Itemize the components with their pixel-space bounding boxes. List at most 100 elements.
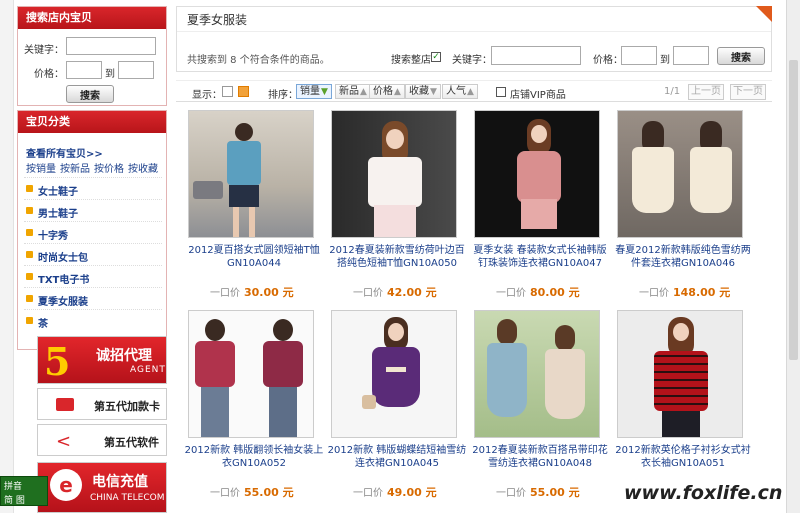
- sort-new-button[interactable]: 新品▲: [335, 84, 371, 99]
- product-image[interactable]: [188, 110, 314, 238]
- product-name[interactable]: 春夏2012新款韩版纯色雪纺两件套连衣裙GN10A046: [613, 244, 753, 270]
- product-image[interactable]: [617, 310, 743, 438]
- category-item[interactable]: 男士鞋子: [24, 199, 162, 221]
- category-item[interactable]: 女士鞋子: [24, 177, 162, 199]
- list-view-icon[interactable]: [222, 86, 233, 97]
- product-card[interactable]: 春夏2012新款韩版纯色雪纺两件套连衣裙GN10A046 一口价 148.00 …: [613, 110, 753, 306]
- bullet-icon: [26, 273, 33, 280]
- shop-search-panel: 搜索店内宝贝 关键字： 价格： 到 搜索: [17, 6, 167, 106]
- product-image[interactable]: [474, 310, 600, 438]
- page-indicator: 1/1: [664, 86, 681, 97]
- sort-link-price[interactable]: 按价格: [94, 164, 124, 175]
- ime-toolbar[interactable]: 拼音 简 图: [0, 476, 48, 506]
- sort-price-button[interactable]: 价格▲: [369, 84, 405, 99]
- next-page-button[interactable]: 下一页: [730, 84, 766, 100]
- sort-link-fav[interactable]: 按收藏: [128, 164, 158, 175]
- category-panel: 宝贝分类 查看所有宝贝>> 按销量 按新品 按价格 按收藏 女士鞋子 男士鞋子 十字秀…: [17, 110, 167, 350]
- bullet-icon: [26, 251, 33, 258]
- category-item[interactable]: 茶: [24, 309, 162, 331]
- arrow-up-icon: ▲: [394, 87, 401, 97]
- main-price-label: 价格：: [593, 55, 623, 66]
- scrollbar-thumb[interactable]: [789, 60, 798, 360]
- agent-recruit-banner[interactable]: 5 诚招代理 AGENT: [37, 336, 167, 384]
- product-price: 55.00 元: [530, 486, 580, 499]
- all-items-link[interactable]: 查看所有宝贝>>: [26, 145, 103, 160]
- product-card[interactable]: 2012夏百搭女式圆领短袖T恤GN10A044 一口价 30.00 元: [184, 110, 324, 306]
- display-label: 显示：: [192, 90, 222, 101]
- main-content: 夏季女服装 共搜索到 8 个符合条件的商品。 搜索整店 ✓ 关键字： 价格： 到…: [176, 0, 786, 513]
- price-label: 一口价: [210, 488, 240, 499]
- product-name[interactable]: 2012夏百搭女式圆领短袖T恤GN10A044: [184, 244, 324, 270]
- list-toolbar: 显示： 排序： 销量▼ 新品▲ 价格▲ 收藏▼ 人气▲ 店铺VIP商品 1/1 …: [176, 80, 772, 102]
- vip-checkbox[interactable]: [496, 87, 506, 97]
- agent-title: 诚招代理: [96, 348, 152, 364]
- main-keyword-input[interactable]: [491, 46, 581, 65]
- keyword-label: 关键字：: [24, 45, 64, 56]
- side-keyword-input[interactable]: [66, 37, 156, 55]
- category-item[interactable]: TXT电子书: [24, 265, 162, 287]
- main-price-max-input[interactable]: [673, 46, 709, 65]
- product-name[interactable]: 2012新款英伦格子衬衫女式衬衣长袖GN10A051: [613, 444, 753, 470]
- arrow-down-icon: ▼: [321, 87, 328, 97]
- price-row: 价格： 到: [18, 61, 168, 81]
- vertical-scrollbar[interactable]: [786, 0, 800, 513]
- site-watermark: www.foxlife.cn: [624, 482, 783, 504]
- product-card[interactable]: 2012春夏装新款雪纺荷叶边百搭纯色短袖T恤GN10A050 一口价 42.00…: [327, 110, 467, 306]
- sort-link-new[interactable]: 按新品: [60, 164, 90, 175]
- result-count-text: 共搜索到 8 个符合条件的商品。: [187, 55, 330, 66]
- product-name[interactable]: 2012春夏装新款雪纺荷叶边百搭纯色短袖T恤GN10A050: [327, 244, 467, 270]
- corner-decoration: [756, 6, 772, 22]
- china-telecom-logo-icon: e: [50, 469, 82, 501]
- side-search-button[interactable]: 搜索: [66, 85, 114, 103]
- category-item[interactable]: 夏季女服装: [24, 287, 162, 309]
- product-name[interactable]: 2012新款 韩版蝴蝶结短袖雪纺连衣裙GN10A045: [327, 444, 467, 470]
- arrow-up-icon: ▲: [360, 87, 367, 97]
- search-header: 夏季女服装 共搜索到 8 个符合条件的商品。 搜索整店 ✓ 关键字： 价格： 到…: [176, 6, 772, 72]
- product-image[interactable]: [331, 110, 457, 238]
- telecom-title: 电信充值: [92, 474, 148, 490]
- price-label: 一口价: [496, 488, 526, 499]
- ime-status: 简 图: [4, 496, 25, 506]
- product-price: 30.00 元: [244, 286, 294, 299]
- software-banner[interactable]: < 第五代软件: [37, 424, 167, 456]
- price-label: 一口价: [353, 488, 383, 499]
- telecom-banner[interactable]: e 电信充值 CHINA TELECOM: [37, 462, 167, 513]
- card-icon: [56, 398, 74, 411]
- bullet-icon: [26, 185, 33, 192]
- sort-link-sales[interactable]: 按销量: [26, 164, 56, 175]
- product-card[interactable]: 2012新款 韩版蝴蝶结短袖雪纺连衣裙GN10A045 一口价 49.00 元: [327, 310, 467, 506]
- product-image[interactable]: [474, 110, 600, 238]
- product-name[interactable]: 2012春夏装新款百搭吊带印花雪纺连衣裙GN10A048: [470, 444, 610, 470]
- price-label: 一口价: [496, 288, 526, 299]
- product-price: 55.00 元: [244, 486, 294, 499]
- product-name[interactable]: 夏季女装 春装款女式长袖韩版钉珠装饰连衣裙GN10A047: [470, 244, 610, 270]
- main-search-button[interactable]: 搜索: [717, 47, 765, 65]
- product-card[interactable]: 2012春夏装新款百搭吊带印花雪纺连衣裙GN10A048 一口价 55.00 元: [470, 310, 610, 506]
- product-card[interactable]: 夏季女装 春装款女式长袖韩版钉珠装饰连衣裙GN10A047 一口价 80.00 …: [470, 110, 610, 306]
- card-banner[interactable]: 第五代加款卡: [37, 388, 167, 420]
- product-image[interactable]: [188, 310, 314, 438]
- sort-sales-button[interactable]: 销量▼: [296, 84, 332, 99]
- page-title: 夏季女服装: [187, 13, 248, 27]
- price-label: 价格：: [34, 69, 64, 80]
- sort-fav-button[interactable]: 收藏▼: [405, 84, 441, 99]
- product-card[interactable]: 2012新款 韩版翻领长袖女装上衣GN10A052 一口价 55.00 元: [184, 310, 324, 506]
- prev-page-button[interactable]: 上一页: [688, 84, 724, 100]
- category-item[interactable]: 十字秀: [24, 221, 162, 243]
- side-price-min-input[interactable]: [66, 61, 102, 79]
- side-price-max-input[interactable]: [118, 61, 154, 79]
- product-price: 49.00 元: [387, 486, 437, 499]
- main-price-min-input[interactable]: [621, 46, 657, 65]
- shop-search-checkbox[interactable]: ✓: [431, 52, 441, 62]
- keyword-row: 关键字：: [18, 37, 168, 57]
- product-image[interactable]: [331, 310, 457, 438]
- category-item[interactable]: 时尚女士包: [24, 243, 162, 265]
- product-image[interactable]: [617, 110, 743, 238]
- grid-view-icon[interactable]: [238, 86, 249, 97]
- ime-mode: 拼音: [4, 482, 23, 492]
- share-icon: <: [56, 431, 72, 452]
- sort-popularity-button[interactable]: 人气▲: [442, 84, 478, 99]
- bullet-icon: [26, 295, 33, 302]
- category-sort-links: 按销量 按新品 按价格 按收藏: [26, 160, 162, 175]
- product-name[interactable]: 2012新款 韩版翻领长袖女装上衣GN10A052: [184, 444, 324, 470]
